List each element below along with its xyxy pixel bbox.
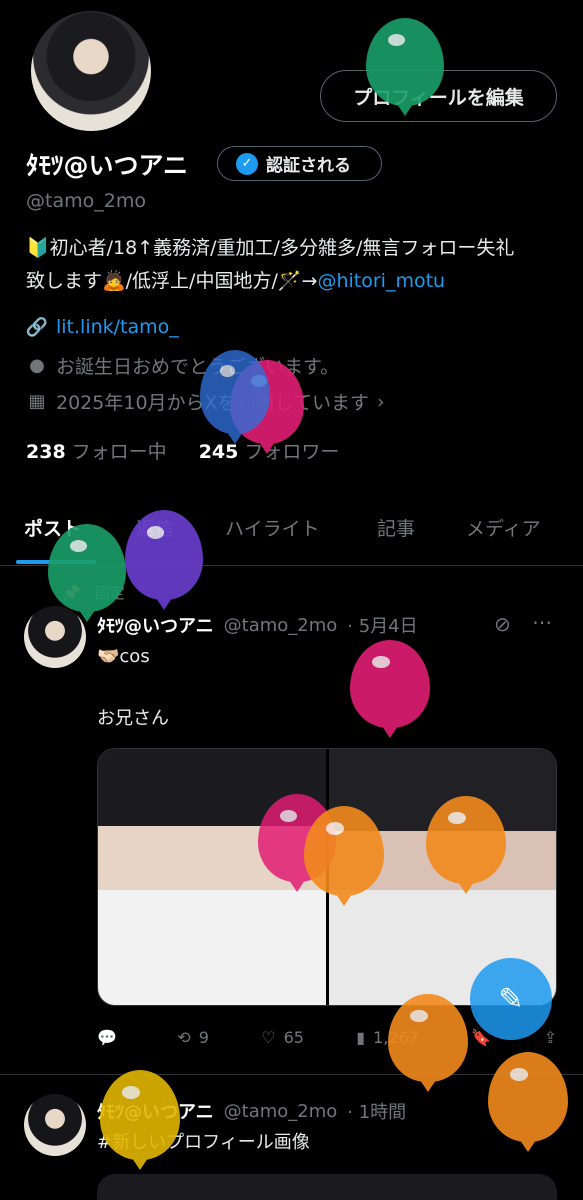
tab-articles[interactable]: 記事 bbox=[377, 514, 415, 541]
calendar-icon: ▦ bbox=[28, 391, 46, 412]
balloon-decoration bbox=[100, 1070, 180, 1160]
compose-button[interactable]: ✎ bbox=[470, 958, 552, 1040]
chevron-right-icon: › bbox=[376, 390, 385, 413]
balloon-decoration bbox=[488, 1052, 568, 1142]
like-button[interactable]: ♡ 65 bbox=[261, 1028, 304, 1047]
share-button[interactable]: ⇪ bbox=[544, 1028, 557, 1047]
balloon-decoration bbox=[48, 524, 126, 612]
bio-line-2-text: 致します🙇/低浮上/中国地方/🪄→ bbox=[26, 270, 318, 292]
heart-icon: ♡ bbox=[261, 1028, 276, 1047]
balloon-decoration bbox=[426, 796, 506, 884]
verify-label: 認証される bbox=[266, 156, 351, 176]
post-media-2[interactable] bbox=[97, 1174, 557, 1200]
profile-avatar[interactable] bbox=[28, 8, 154, 134]
post-text-line-1: 🫱🏻‍🫲🏼cos bbox=[97, 646, 150, 667]
tab-media[interactable]: メディア bbox=[466, 514, 541, 541]
reply-icon: 💬 bbox=[97, 1028, 117, 1047]
website-row: 🔗 lit.link/tamo_ bbox=[26, 316, 179, 338]
balloon-decoration bbox=[350, 640, 430, 728]
reply-button[interactable]: 💬 bbox=[97, 1028, 125, 1047]
views-icon: ▮ bbox=[356, 1028, 366, 1047]
tab-highlights[interactable]: ハイライト bbox=[225, 514, 320, 541]
profile-handle: @tamo_2mo bbox=[26, 190, 146, 212]
post-author-name[interactable]: ﾀﾓﾂ@いつアニ bbox=[97, 612, 214, 638]
following-count: 238 bbox=[26, 441, 66, 463]
repost-count: 9 bbox=[198, 1028, 209, 1047]
balloon-decoration bbox=[125, 510, 203, 600]
profile-name: ﾀﾓﾂ@いつアニ bbox=[26, 151, 189, 180]
post-avatar-2[interactable] bbox=[24, 1094, 86, 1156]
more-icon[interactable]: ⋯ bbox=[532, 610, 552, 634]
post-date[interactable]: · 5月4日 bbox=[347, 612, 417, 638]
compose-icon: ✎ bbox=[498, 981, 524, 1017]
like-count: 65 bbox=[283, 1028, 304, 1047]
bio-mention-link[interactable]: @hitori_motu bbox=[317, 270, 445, 292]
repost-icon: ⟲ bbox=[177, 1028, 191, 1047]
following-label: フォロー中 bbox=[71, 441, 167, 463]
post-author-handle-2: @tamo_2mo bbox=[223, 1100, 338, 1122]
balloon-decoration bbox=[304, 806, 384, 896]
post-avatar[interactable] bbox=[24, 606, 86, 668]
birthday-text: お誕生日おめでとうございます。 bbox=[56, 356, 340, 378]
post-date-2[interactable]: · 1時間 bbox=[347, 1098, 406, 1124]
link-icon: 🔗 bbox=[25, 316, 49, 338]
website-link[interactable]: lit.link/tamo_ bbox=[56, 316, 179, 338]
share-icon: ⇪ bbox=[543, 1028, 557, 1047]
balloon-decoration bbox=[388, 994, 468, 1082]
following-stat[interactable]: 238 フォロー中 bbox=[26, 437, 167, 464]
followers-count: 245 bbox=[198, 441, 239, 463]
post-header: ﾀﾓﾂ@いつアニ @tamo_2mo · 5月4日 bbox=[97, 612, 418, 638]
follow-stats: 238 フォロー中 245 フォロワー bbox=[26, 437, 339, 464]
verified-badge-icon: ✓ bbox=[236, 152, 258, 175]
post-text-line-2: お兄さん bbox=[97, 708, 169, 729]
grok-icon[interactable]: ⊘ bbox=[494, 612, 511, 636]
get-verified-button[interactable]: ✓ 認証される bbox=[217, 146, 382, 181]
balloon-decoration bbox=[366, 18, 444, 106]
balloon-icon: ● bbox=[29, 355, 45, 376]
post-author-handle: @tamo_2mo bbox=[223, 614, 338, 636]
bio-line-2: 致します🙇/低浮上/中国地方/🪄→@hitori_motu bbox=[26, 265, 561, 298]
profile-bio: 🔰初心者/18↑義務済/重加工/多分雑多/無言フォロー失礼 致します🙇/低浮上/… bbox=[26, 232, 561, 298]
balloon-decoration bbox=[200, 350, 270, 434]
repost-button[interactable]: ⟲ 9 bbox=[177, 1028, 209, 1047]
bio-line-1: 🔰初心者/18↑義務済/重加工/多分雑多/無言フォロー失礼 bbox=[26, 237, 515, 259]
